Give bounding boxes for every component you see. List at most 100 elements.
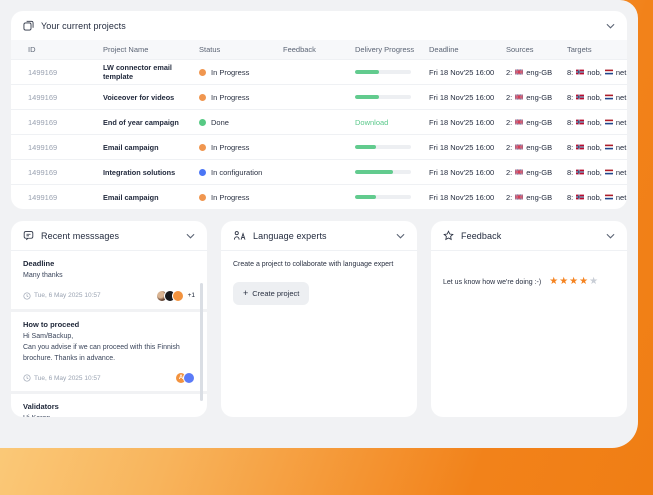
delivery-progress-cell (355, 70, 429, 74)
targets-cell: 8: nob, net, (567, 118, 627, 127)
status-label: Done (211, 117, 229, 127)
table-row[interactable]: 1499169 Integration solutions In configura… (11, 159, 627, 184)
plus-icon: + (243, 288, 249, 298)
nl-flag-icon (604, 169, 613, 175)
message-avatars: +1 (155, 289, 195, 302)
target-lang: nob, (587, 142, 602, 152)
targets-count: 8: (567, 117, 574, 127)
delivery-progress-cell (355, 145, 429, 149)
status-cell: In Progress (199, 93, 283, 102)
status-label: In Progress (211, 142, 250, 152)
table-row[interactable]: 1499169 Voiceover for videos In Progress Fr… (11, 84, 627, 109)
sources-cell: 2: eng-GB (506, 193, 567, 202)
message-timestamp: Tue, 6 May 2025 10:57 (23, 292, 101, 300)
sources-cell: 2: eng-GB (506, 118, 567, 127)
source-lang: eng-GB (526, 142, 553, 152)
deadline-cell: Fri 18 Nov'25 16:00 (429, 167, 495, 177)
target-lang: net, (615, 67, 627, 77)
messages-panel-header: Recent messsages (11, 221, 207, 251)
chevron-down-icon[interactable] (396, 233, 405, 239)
gb-flag-icon (515, 69, 524, 75)
star-icon[interactable]: ★ (579, 277, 588, 287)
bottom-panels: Recent messsages Deadline Many thanks Tue,… (11, 221, 627, 417)
message-item[interactable]: Deadline Many thanks Tue, 6 May 2025 10:57… (11, 251, 207, 312)
messages-list: Deadline Many thanks Tue, 6 May 2025 10:57… (11, 251, 207, 417)
star-icon[interactable]: ★ (549, 277, 558, 287)
sources-cell: 2: eng-GB (506, 168, 567, 177)
status-label: In Progress (211, 67, 250, 77)
sources-count: 2: (506, 192, 513, 202)
feedback-icon (443, 230, 454, 241)
column-header-targets: Targets (567, 45, 592, 54)
project-name-cell: LW connector email template (103, 63, 172, 81)
deadline-cell: Fri 18 Nov'25 16:00 (429, 92, 495, 102)
no-flag-icon (576, 94, 585, 100)
progress-bar-track (355, 70, 411, 74)
gb-flag-icon (515, 144, 524, 150)
chevron-down-icon[interactable] (606, 23, 615, 29)
status-cell: In configuration (199, 168, 283, 177)
no-flag-icon (576, 144, 585, 150)
messages-scrollbar[interactable] (200, 283, 203, 401)
nl-flag-icon (604, 194, 613, 200)
targets-cell: 8: nob, net, (567, 143, 627, 152)
project-id-cell: 1499169 (28, 117, 58, 127)
source-lang: eng-GB (526, 67, 553, 77)
table-row[interactable]: 1499169 Email campaign In Progress Fri 18 N… (11, 184, 627, 209)
recent-messages-panel: Recent messsages Deadline Many thanks Tue,… (11, 221, 207, 417)
progress-bar-track (355, 145, 411, 149)
projects-table: ID Project Name Status Feedback Delivery Pro… (11, 40, 627, 209)
projects-icon (23, 20, 34, 31)
create-project-button[interactable]: + Create project (233, 282, 310, 305)
star-icon[interactable]: ★ (559, 277, 568, 287)
progress-bar-track (355, 195, 411, 199)
project-id-cell: 1499169 (28, 167, 58, 177)
targets-cell: 8: nob, net, (567, 93, 627, 102)
no-flag-icon (576, 69, 585, 75)
status-dot (199, 193, 206, 201)
table-row[interactable]: 1499169 Email campaign In Progress Fri 18 N… (11, 134, 627, 159)
column-header-delivery-progress: Delivery Progress (355, 45, 415, 54)
sources-count: 2: (506, 167, 513, 177)
project-name-cell: Email campaign (103, 192, 159, 202)
table-row[interactable]: 1499169 LW connector email template In Pro… (11, 59, 627, 84)
feedback-title: Feedback (461, 230, 502, 241)
column-header-status: Status (199, 45, 221, 54)
experts-icon (233, 230, 246, 241)
status-cell: Done (199, 118, 283, 127)
message-timestamp: Tue, 6 May 2025 10:57 (23, 374, 101, 382)
gb-flag-icon (515, 119, 524, 125)
download-link[interactable]: Download (355, 118, 388, 127)
column-header-sources: Sources (506, 45, 534, 54)
deadline-cell: Fri 18 Nov'25 16:00 (429, 192, 495, 202)
column-header-feedback: Feedback (283, 45, 316, 54)
targets-cell: 8: nob, net, (567, 168, 627, 177)
progress-bar-fill (355, 170, 394, 174)
no-flag-icon (576, 169, 585, 175)
nl-flag-icon (604, 94, 613, 100)
project-name-cell: Email campaign (103, 142, 159, 152)
avatar (183, 372, 195, 385)
projects-title: Your current projects (41, 20, 126, 31)
sources-count: 2: (506, 92, 513, 102)
delivery-progress-cell (355, 170, 429, 174)
message-item[interactable]: How to proceed Hi Sam/Backup, Can you adv… (11, 312, 207, 395)
source-lang: eng-GB (526, 192, 553, 202)
star-icon[interactable]: ★ (569, 277, 578, 287)
chevron-down-icon[interactable] (606, 233, 615, 239)
chevron-down-icon[interactable] (186, 233, 195, 239)
star-icon[interactable]: ★ (589, 277, 598, 287)
status-cell: In Progress (199, 68, 283, 77)
deadline-cell: Fri 18 Nov'25 16:00 (429, 117, 495, 127)
status-dot (199, 93, 206, 101)
table-row[interactable]: 1499169 End of year campaign Done Download F… (11, 109, 627, 134)
sources-count: 2: (506, 117, 513, 127)
progress-bar-track (355, 170, 411, 174)
star-rating[interactable]: ★ ★ ★ ★ ★ (549, 277, 598, 287)
targets-cell: 8: nob, net, (567, 193, 627, 202)
deadline-cell: Fri 18 Nov'25 16:00 (429, 142, 495, 152)
project-name-cell: End of year campaign (103, 117, 179, 127)
message-item[interactable]: Validators Hi Karen, (11, 394, 207, 417)
target-lang: nob, (587, 192, 602, 202)
target-lang: net, (615, 92, 627, 102)
